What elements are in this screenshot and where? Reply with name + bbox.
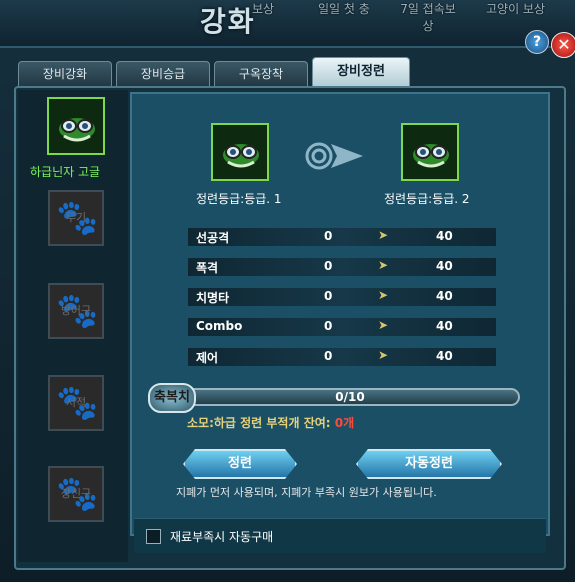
stat-to: 40 (436, 349, 453, 363)
cost-line: 소모:하급 정련 부적개 잔여: 0개 (187, 414, 354, 431)
selected-equipment-label: 하급닌자 고글 (30, 165, 101, 179)
stat-from: 0 (324, 289, 333, 303)
stat-name: 선공격 (196, 231, 230, 245)
nav-item-cat-reward[interactable]: 고양이 보상 (486, 0, 545, 17)
next-grade-label: 정련등급:등급. 2 (384, 192, 470, 206)
slot-accessory[interactable]: 🐾 장신구 (48, 466, 104, 522)
auto-buy-checkbox[interactable] (146, 529, 161, 544)
stat-name: 치명타 (196, 291, 230, 305)
stat-row: Combo 0 ➤ 40 (188, 318, 496, 336)
nav-item-7day-login[interactable]: 7일 접속보상 (398, 0, 458, 34)
stat-row: 제어 0 ➤ 40 (188, 348, 496, 366)
goggles-icon (411, 142, 451, 168)
stat-name: Combo (196, 319, 243, 333)
arrow-right-icon: ➤ (378, 288, 389, 302)
goggles-icon (57, 116, 97, 142)
slot-book[interactable]: 🐾 서적 (48, 375, 104, 431)
auto-refine-button[interactable]: 자동정련 (356, 449, 502, 479)
slot-armor[interactable]: 🐾 방어구 (48, 283, 104, 339)
slot-accessory-label: 장신구 (60, 487, 92, 500)
slot-armor-label: 방어구 (60, 304, 92, 317)
cost-remaining: 0개 (334, 416, 355, 430)
arrow-right-icon: ➤ (378, 258, 389, 272)
tab-equip-enhance[interactable]: 장비강화 (18, 61, 112, 86)
close-button[interactable]: ✕ (551, 32, 575, 58)
stat-from: 0 (324, 229, 333, 243)
stat-from: 0 (324, 319, 333, 333)
blessing-progress-bar: 0/10 (180, 388, 520, 406)
goggles-icon (221, 142, 261, 168)
stat-from: 0 (324, 349, 333, 363)
window-title: 강화 (200, 5, 256, 38)
stat-from: 0 (324, 259, 333, 273)
selected-equipment-slot[interactable] (47, 97, 105, 155)
stat-to: 40 (436, 289, 453, 303)
stat-to: 40 (436, 259, 453, 273)
tab-equip-upgrade[interactable]: 장비승급 (116, 61, 210, 86)
title-bar: 강화 보상 일일 첫 충 7일 접속보상 고양이 보상 (0, 0, 575, 48)
arrow-right-icon: ➤ (378, 318, 389, 332)
arrow-right-icon: ➤ (378, 348, 389, 362)
stat-row: 선공격 0 ➤ 40 (188, 228, 496, 246)
nav-item-first-charge[interactable]: 일일 첫 충 (318, 0, 370, 17)
blessing-badge: 축복치 (148, 383, 196, 413)
swirl-arrow-icon (305, 142, 363, 170)
blessing-value: 0/10 (335, 390, 365, 404)
stat-name: 폭격 (196, 261, 219, 275)
cost-text: 소모:하급 정련 부적개 잔여: (187, 416, 335, 430)
nav-item-reward[interactable]: 보상 (252, 0, 274, 17)
stat-to: 40 (436, 319, 453, 333)
current-equipment-icon (211, 123, 269, 181)
arrow-right-icon: ➤ (378, 228, 389, 242)
slot-weapon[interactable]: 🐾 무기 (48, 190, 104, 246)
stat-to: 40 (436, 229, 453, 243)
help-button[interactable]: ? (525, 30, 549, 54)
stat-name: 제어 (196, 351, 219, 365)
current-grade-label: 정련등급:등급. 1 (196, 192, 282, 206)
stat-row: 폭격 0 ➤ 40 (188, 258, 496, 276)
slot-weapon-label: 무기 (65, 211, 87, 224)
auto-buy-label: 재료부족시 자동구매 (170, 530, 274, 544)
slot-book-label: 서적 (65, 396, 87, 409)
refine-button[interactable]: 정련 (183, 449, 297, 479)
currency-note: 지폐가 먼저 사용되며, 지폐가 부족시 원보가 사용됩니다. (176, 486, 437, 499)
tab-jade-equip[interactable]: 구옥장착 (214, 61, 308, 86)
stat-row: 치명타 0 ➤ 40 (188, 288, 496, 306)
next-equipment-icon (401, 123, 459, 181)
tab-equip-refine[interactable]: 장비정련 (312, 57, 410, 86)
